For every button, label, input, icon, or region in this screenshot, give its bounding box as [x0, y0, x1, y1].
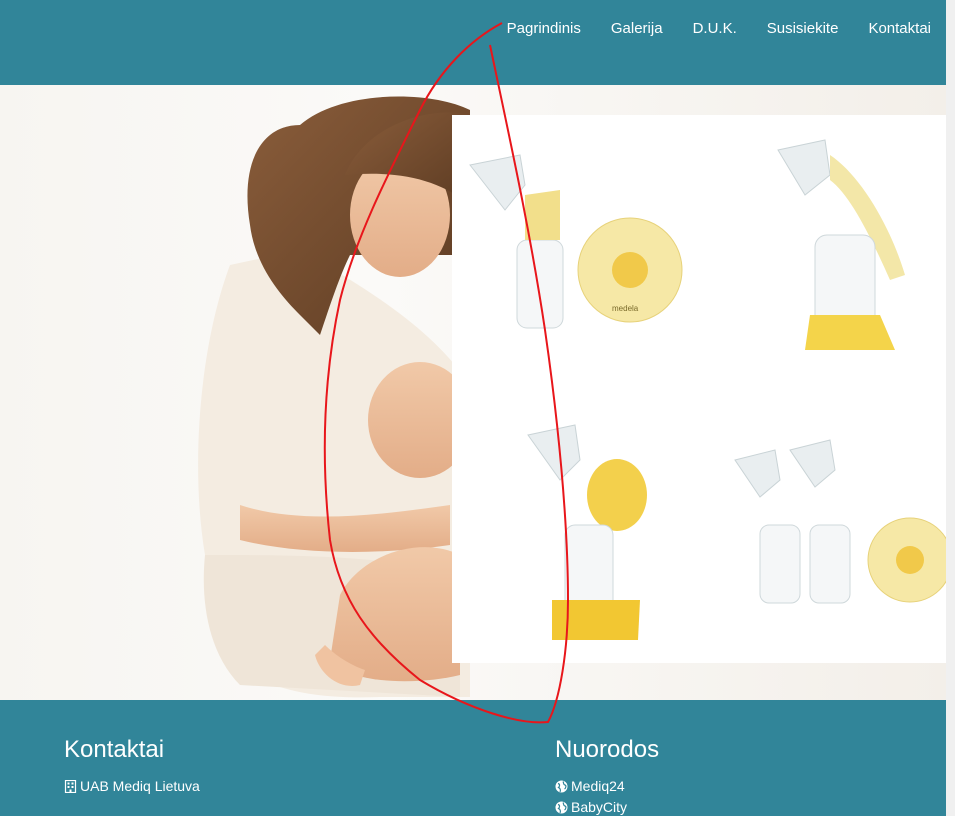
scrollbar[interactable]: [946, 0, 955, 816]
hero-banner-image: medela: [0, 85, 946, 700]
footer-links-column: Nuorodos Mediq24 BabyCity: [555, 736, 659, 818]
nav-item-pagrindinis[interactable]: Pagrindinis: [507, 19, 581, 39]
hero-illustration: medela: [198, 96, 946, 698]
nav-item-susisiekite[interactable]: Susisiekite: [767, 19, 839, 39]
footer-company-line: UAB Mediq Lietuva: [64, 776, 200, 797]
footer-link-label: Mediq24: [571, 778, 625, 794]
top-navbar: Pagrindinis Galerija D.U.K. Susisiekite …: [0, 0, 946, 85]
nav-item-duk[interactable]: D.U.K.: [693, 19, 737, 39]
nav-item-kontaktai[interactable]: Kontaktai: [868, 19, 931, 39]
nav-item-galerija[interactable]: Galerija: [611, 19, 663, 39]
product-1-brand: medela: [612, 304, 639, 313]
globe-icon: [555, 780, 568, 793]
footer-contacts-column: Kontaktai UAB Mediq Lietuva: [64, 736, 200, 797]
globe-icon: [555, 801, 568, 814]
footer-link-label: BabyCity: [571, 799, 628, 815]
footer-links-heading: Nuorodos: [555, 736, 660, 763]
footer-contacts-heading: Kontaktai: [64, 736, 165, 763]
footer-company-name: UAB Mediq Lietuva: [80, 778, 200, 794]
footer-link-mediq24[interactable]: Mediq24: [555, 776, 659, 797]
nav-menu: Pagrindinis Galerija D.U.K. Susisiekite …: [477, 19, 931, 39]
footer-link-babycity[interactable]: BabyCity: [555, 797, 659, 818]
building-icon: [64, 780, 77, 793]
footer: Kontaktai UAB Mediq Lietuva Nuorodos Med…: [0, 700, 946, 816]
